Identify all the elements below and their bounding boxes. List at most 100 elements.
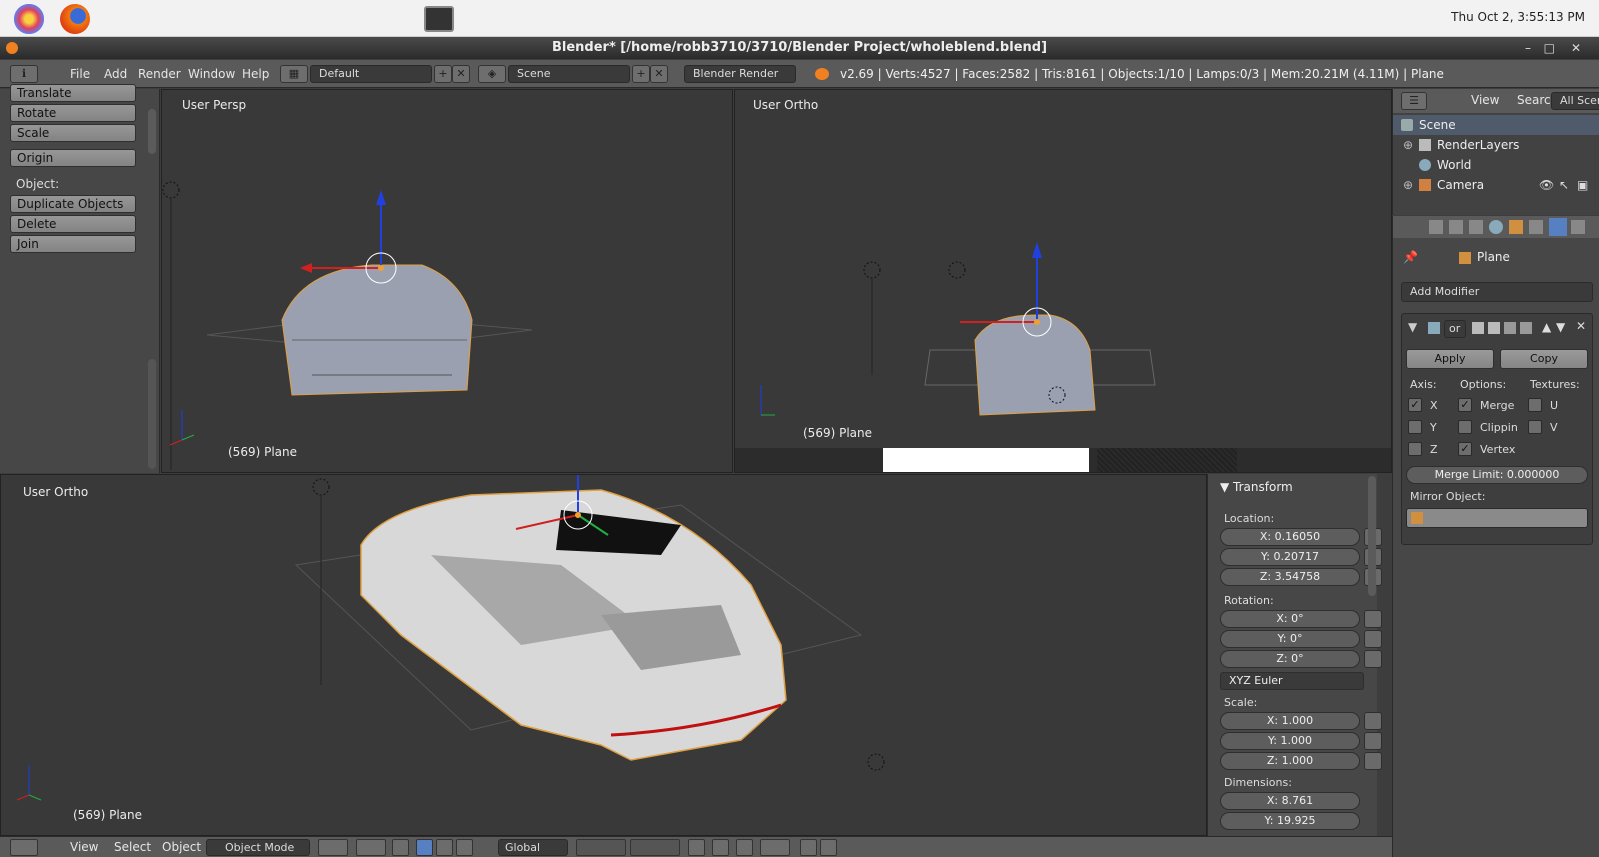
- duplicate-objects-button[interactable]: Duplicate Objects: [10, 195, 136, 213]
- viewport-top-left[interactable]: User Persp (569) Plane: [161, 89, 733, 473]
- add-menu[interactable]: Add: [104, 67, 127, 81]
- select-menu[interactable]: Select: [114, 840, 151, 854]
- modifier-name-field[interactable]: or: [1444, 320, 1466, 338]
- outliner-editor-type-icon[interactable]: ☰: [1401, 92, 1427, 110]
- car-model-ortho-perspective[interactable]: [1, 475, 1207, 836]
- expand-icon[interactable]: ⊕: [1403, 135, 1413, 155]
- scene-tab-icon[interactable]: [1469, 220, 1483, 234]
- car-model-persp[interactable]: [162, 90, 733, 473]
- terminal-icon[interactable]: [424, 6, 454, 32]
- render-toggle-icon[interactable]: [1472, 322, 1484, 334]
- tool-shelf-scrollbar[interactable]: [148, 109, 156, 154]
- outliner-item-camera[interactable]: ⊕ Camera 👁 ↖ ▣: [1393, 175, 1599, 195]
- modifiers-wrench-tab-icon[interactable]: [1549, 218, 1567, 236]
- editor-type-icon[interactable]: [10, 839, 38, 856]
- layers-grid-2-icon[interactable]: [630, 839, 680, 856]
- rotation-z-field[interactable]: Z: 0°: [1220, 650, 1360, 668]
- screen-layout-icon[interactable]: ▦: [280, 65, 308, 83]
- pivot-point-icon[interactable]: [356, 839, 386, 856]
- file-menu[interactable]: File: [70, 67, 90, 81]
- lock-rotation-y-icon[interactable]: [1364, 630, 1382, 648]
- snap-toggle-icon[interactable]: [736, 839, 753, 856]
- collapse-arrow-icon[interactable]: ▼: [1408, 320, 1417, 334]
- translate-button[interactable]: Translate: [10, 84, 136, 102]
- texture-u-checkbox[interactable]: [1528, 398, 1542, 412]
- constraints-tab-icon[interactable]: [1529, 220, 1543, 234]
- render-engine-select[interactable]: Blender Render: [684, 65, 796, 83]
- firefox-icon[interactable]: [60, 4, 90, 34]
- join-button[interactable]: Join: [10, 235, 136, 253]
- outliner-item-renderlayers[interactable]: ⊕ RenderLayers: [1393, 135, 1599, 155]
- render-animation-icon[interactable]: [820, 839, 837, 856]
- translate-manipulator-icon[interactable]: [416, 839, 433, 856]
- object-mode-select[interactable]: Object Mode: [206, 839, 310, 856]
- screen-layout-field[interactable]: Default: [310, 65, 432, 83]
- lock-rotation-x-icon[interactable]: [1364, 610, 1382, 628]
- transform-panel-scrollbar[interactable]: [1368, 476, 1376, 596]
- snap-element-icon[interactable]: [760, 839, 790, 856]
- add-modifier-select[interactable]: Add Modifier: [1401, 282, 1593, 302]
- viewport-shading-icon[interactable]: [318, 839, 348, 856]
- dimension-x-field[interactable]: X: 8.761: [1220, 792, 1360, 810]
- rotation-y-field[interactable]: Y: 0°: [1220, 630, 1360, 648]
- close-icon[interactable]: ✕: [1571, 37, 1581, 59]
- dimension-y-field[interactable]: Y: 19.925: [1220, 812, 1360, 830]
- transform-orientation-select[interactable]: Global: [498, 839, 568, 856]
- visibility-eye-icon[interactable]: 👁: [1539, 175, 1554, 195]
- location-x-field[interactable]: X: 0.16050: [1220, 528, 1360, 546]
- rotate-button[interactable]: Rotate: [10, 104, 136, 122]
- car-model-ortho-front[interactable]: [735, 90, 1392, 473]
- cage-toggle-icon[interactable]: [1520, 322, 1532, 334]
- scale-y-field[interactable]: Y: 1.000: [1220, 732, 1360, 750]
- editmode-toggle-icon[interactable]: [1504, 322, 1516, 334]
- axis-y-checkbox[interactable]: [1408, 420, 1422, 434]
- outliner-view-menu[interactable]: View: [1471, 93, 1499, 107]
- world-tab-icon[interactable]: [1489, 220, 1503, 234]
- remove-scene-icon[interactable]: ✕: [650, 65, 668, 83]
- copy-button[interactable]: Copy: [1500, 349, 1588, 369]
- renderable-camera-icon[interactable]: ▣: [1577, 175, 1588, 195]
- merge-limit-field[interactable]: Merge Limit: 0.000000: [1406, 466, 1588, 484]
- pin-icon[interactable]: 📌: [1403, 250, 1418, 264]
- remove-layout-icon[interactable]: ✕: [452, 65, 470, 83]
- lock-scale-z-icon[interactable]: [1364, 752, 1382, 770]
- maximize-icon[interactable]: □: [1544, 37, 1555, 59]
- outliner-item-scene[interactable]: Scene: [1393, 115, 1599, 135]
- rotation-x-field[interactable]: X: 0°: [1220, 610, 1360, 628]
- lock-scale-y-icon[interactable]: [1364, 732, 1382, 750]
- outliner-filter-select[interactable]: All Scene: [1551, 92, 1599, 110]
- location-y-field[interactable]: Y: 0.20717: [1220, 548, 1360, 566]
- apply-button[interactable]: Apply: [1406, 349, 1494, 369]
- object-menu[interactable]: Object: [162, 840, 201, 854]
- window-menu[interactable]: Window: [188, 67, 235, 81]
- vertex-groups-checkbox[interactable]: ✓: [1458, 442, 1472, 456]
- view-menu[interactable]: View: [70, 840, 98, 854]
- scene-field[interactable]: Scene: [508, 65, 630, 83]
- location-z-field[interactable]: Z: 3.54758: [1220, 568, 1360, 586]
- clipping-checkbox[interactable]: [1458, 420, 1472, 434]
- selectable-arrow-icon[interactable]: ↖: [1559, 175, 1569, 195]
- move-up-icon[interactable]: ▲: [1542, 320, 1551, 334]
- scene-type-icon[interactable]: ◈: [478, 65, 506, 83]
- texture-v-checkbox[interactable]: [1528, 420, 1542, 434]
- scale-button[interactable]: Scale: [10, 124, 136, 142]
- lock-rotation-z-icon[interactable]: [1364, 650, 1382, 668]
- rotation-mode-select[interactable]: XYZ Euler: [1220, 672, 1364, 690]
- axis-x-checkbox[interactable]: ✓: [1408, 398, 1422, 412]
- viewport-top-right[interactable]: User Ortho (569) Plane: [734, 89, 1392, 473]
- object-tab-icon[interactable]: [1509, 220, 1523, 234]
- delete-button[interactable]: Delete: [10, 215, 136, 233]
- manipulator-toggle-icon[interactable]: [392, 839, 409, 856]
- rotate-manipulator-icon[interactable]: [436, 839, 453, 856]
- viewport-eye-toggle-icon[interactable]: [1488, 322, 1500, 334]
- render-tab-icon[interactable]: [1429, 220, 1443, 234]
- tool-shelf-scrollbar-lower[interactable]: [148, 359, 156, 469]
- lock-camera-icon[interactable]: [688, 839, 705, 856]
- move-down-icon[interactable]: ▼: [1556, 320, 1565, 334]
- merge-checkbox[interactable]: ✓: [1458, 398, 1472, 412]
- help-menu[interactable]: Help: [242, 67, 269, 81]
- minimize-icon[interactable]: –: [1525, 37, 1531, 59]
- origin-button[interactable]: Origin: [10, 149, 136, 167]
- viewport-bottom[interactable]: User Ortho (569) Plane: [0, 474, 1207, 836]
- scale-x-field[interactable]: X: 1.000: [1220, 712, 1360, 730]
